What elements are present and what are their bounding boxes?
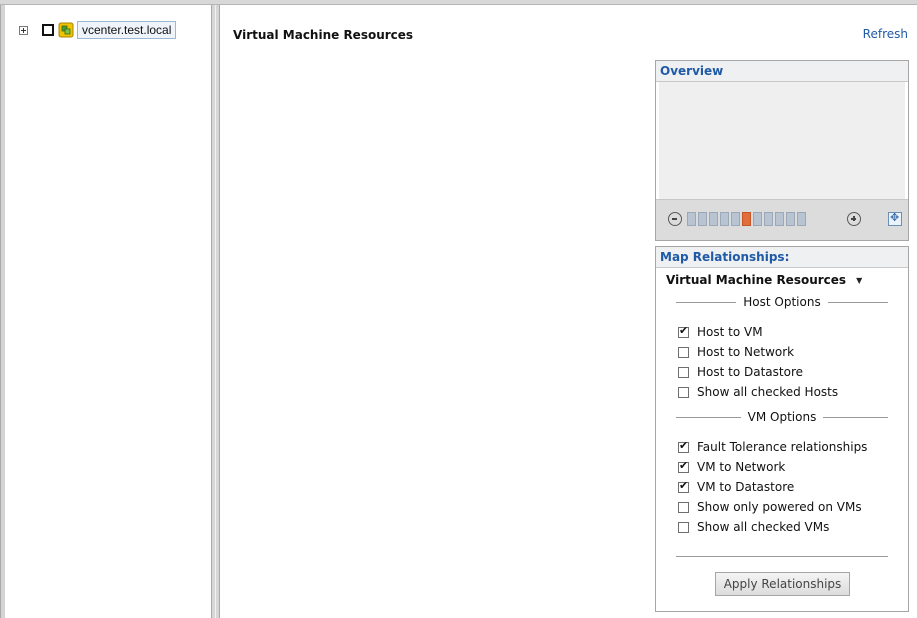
zoom-bar xyxy=(656,199,908,240)
divider xyxy=(676,556,888,557)
vm-option-label: VM to Datastore xyxy=(697,480,795,494)
overview-header: Overview xyxy=(656,61,908,82)
host-option-label: Host to Network xyxy=(697,345,795,359)
fit-to-window-icon[interactable] xyxy=(888,211,902,226)
dropdown-arrow-icon[interactable]: ▼ xyxy=(856,276,862,285)
vm-options-heading: VM Options xyxy=(676,410,888,424)
vm-option-checkbox[interactable] xyxy=(678,459,689,473)
zoom-slider[interactable] xyxy=(687,212,806,226)
overview-map[interactable] xyxy=(659,82,905,199)
vm-option[interactable]: VM to Datastore xyxy=(678,477,908,497)
main-content: Virtual Machine Resources Refresh Overvi… xyxy=(220,5,917,618)
zoom-step[interactable] xyxy=(753,212,762,226)
zoom-step[interactable] xyxy=(709,212,718,226)
zoom-step[interactable] xyxy=(720,212,729,226)
tree-node-vcenter[interactable]: vcenter.test.local xyxy=(19,21,177,39)
vm-option-label: Fault Tolerance relationships xyxy=(697,440,868,454)
host-option[interactable]: Show all checked Hosts xyxy=(678,382,908,402)
host-options-heading: Host Options xyxy=(676,295,888,309)
host-option[interactable]: Host to Network xyxy=(678,342,908,362)
vm-option[interactable]: Show all checked VMs xyxy=(678,517,908,537)
vm-option[interactable]: VM to Network xyxy=(678,457,908,477)
vm-option-checkbox[interactable] xyxy=(678,479,689,493)
vm-option-label: Show all checked VMs xyxy=(697,520,830,534)
host-options-list: Host to VM Host to Network Host to Datasto… xyxy=(678,322,908,402)
pane-splitter[interactable] xyxy=(211,5,220,618)
tree-node-label[interactable]: vcenter.test.local xyxy=(77,21,177,39)
zoom-step[interactable] xyxy=(698,212,707,226)
vm-option-checkbox[interactable] xyxy=(678,501,689,513)
vm-option-checkbox[interactable] xyxy=(678,521,689,533)
inventory-tree-pane: vcenter.test.local xyxy=(0,5,211,618)
relationship-view-label: Virtual Machine Resources xyxy=(666,273,847,287)
host-option[interactable]: Host to VM xyxy=(678,322,908,342)
host-option-label: Host to VM xyxy=(697,325,763,339)
apply-relationships-button[interactable]: Apply Relationships xyxy=(715,572,850,596)
map-relationships-header: Map Relationships: xyxy=(656,247,908,268)
page-title: Virtual Machine Resources xyxy=(233,28,414,42)
vm-option-checkbox[interactable] xyxy=(678,439,689,453)
host-option[interactable]: Host to Datastore xyxy=(678,362,908,382)
vm-option[interactable]: Fault Tolerance relationships xyxy=(678,437,908,457)
vcenter-server-icon xyxy=(58,22,74,38)
zoom-step[interactable] xyxy=(742,212,751,226)
vm-option[interactable]: Show only powered on VMs xyxy=(678,497,908,517)
vm-options-list: Fault Tolerance relationships VM to Netwo… xyxy=(678,437,908,537)
zoom-step[interactable] xyxy=(764,212,773,226)
host-option-checkbox[interactable] xyxy=(678,346,689,358)
host-option-label: Host to Datastore xyxy=(697,365,804,379)
refresh-link[interactable]: Refresh xyxy=(863,27,908,41)
host-option-checkbox[interactable] xyxy=(678,324,689,338)
zoom-step[interactable] xyxy=(775,212,784,226)
zoom-step[interactable] xyxy=(731,212,740,226)
relationship-view-dropdown[interactable]: Virtual Machine Resources ▼ xyxy=(666,273,908,287)
map-relationships-panel: Map Relationships: Virtual Machine Resou… xyxy=(655,246,909,612)
host-option-label: Show all checked Hosts xyxy=(697,385,839,399)
host-option-checkbox[interactable] xyxy=(678,366,689,378)
vm-option-label: VM to Network xyxy=(697,460,786,474)
vm-option-label: Show only powered on VMs xyxy=(697,500,862,514)
host-option-checkbox[interactable] xyxy=(678,386,689,398)
zoom-in-icon[interactable] xyxy=(847,212,861,226)
zoom-out-icon[interactable] xyxy=(668,212,682,226)
zoom-step[interactable] xyxy=(786,212,795,226)
zoom-step[interactable] xyxy=(797,212,806,226)
expand-plus-icon[interactable] xyxy=(19,25,28,35)
tree-node-checkbox[interactable] xyxy=(42,24,54,36)
zoom-step[interactable] xyxy=(687,212,696,226)
overview-panel: Overview xyxy=(655,60,909,241)
